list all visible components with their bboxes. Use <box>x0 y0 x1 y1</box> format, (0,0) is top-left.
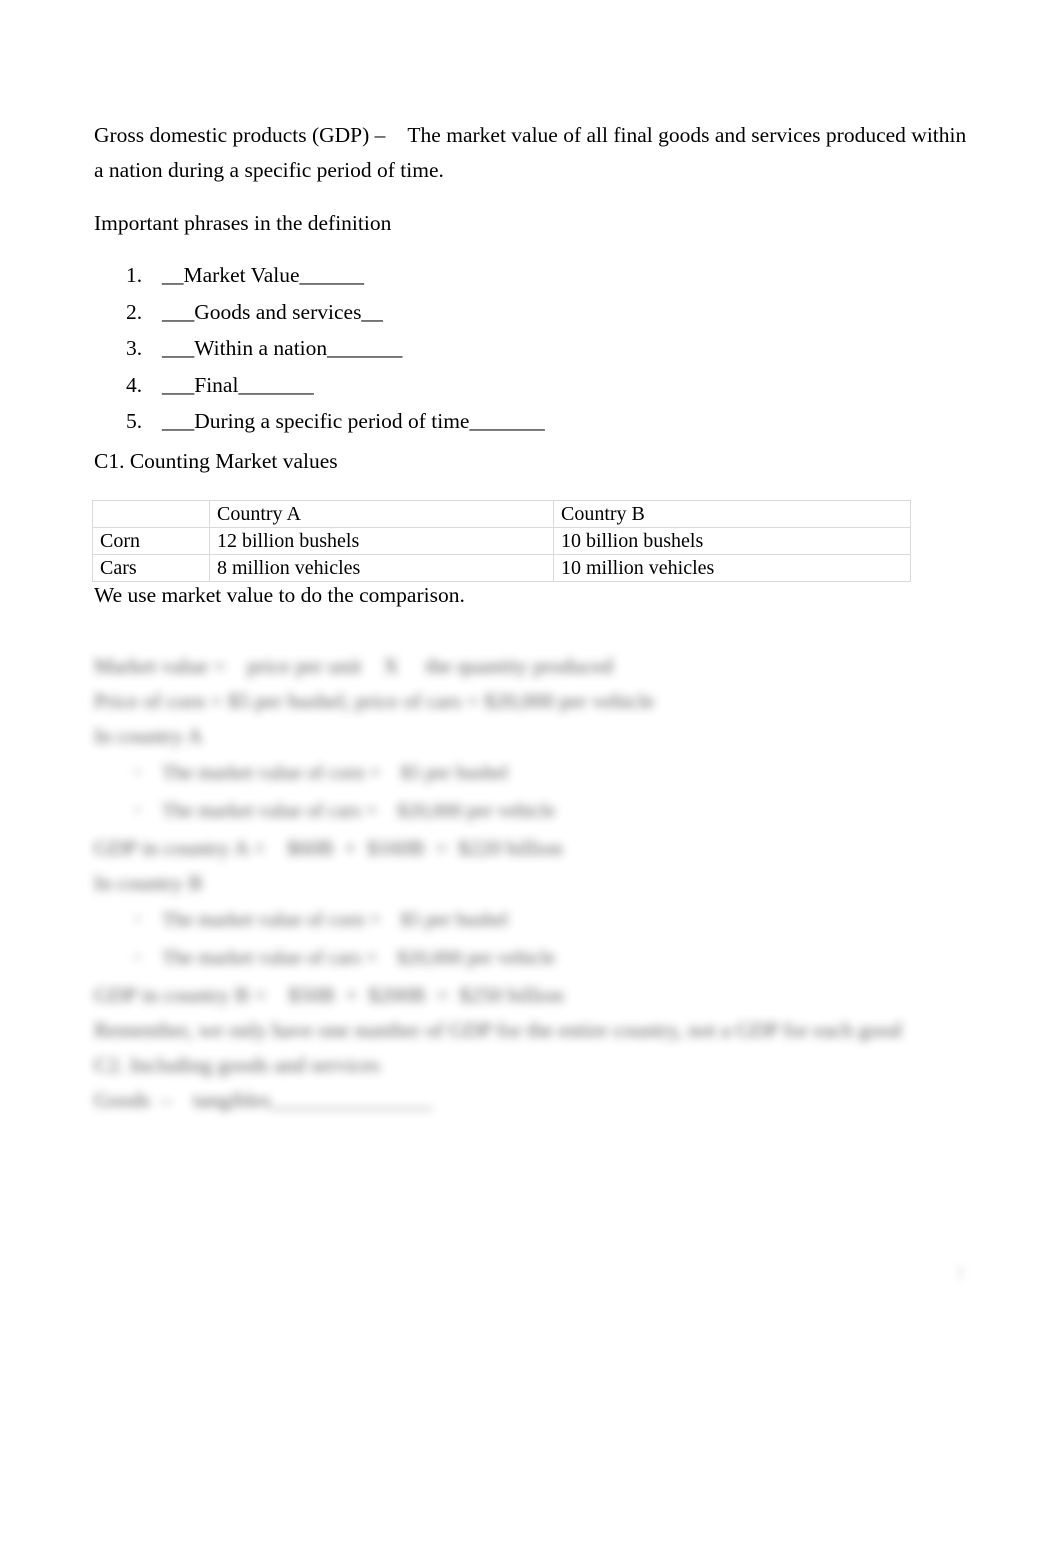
section-c1-heading: C1. Counting Market values <box>94 448 338 473</box>
bullet-icon: • <box>134 908 142 931</box>
important-phrases-heading: Important phrases in the definition <box>94 211 392 235</box>
country-a-heading: In country A <box>94 723 203 748</box>
list-item: • The market value of cars = $20,000 per … <box>94 939 968 978</box>
bullet-icon: • <box>134 947 142 969</box>
cell-corn-country-b: 10 billion bushels <box>553 527 911 555</box>
remember-note-line: Remember, we only have one number of GDP… <box>94 1017 902 1042</box>
list-item-label: ___Final_______ <box>162 372 314 397</box>
phrases-list: 1. __Market Value______ 2. ___Goods and se… <box>94 257 968 440</box>
country-b-gdp-line: GDP in country B = $50B + $200B = $250 b… <box>94 982 564 1007</box>
gdp-term: Gross domestic products (GDP) – <box>94 123 386 147</box>
list-item-number: 3. <box>126 336 143 360</box>
comparison-note: We use market value to do the comparison… <box>94 583 465 607</box>
goods-definition-line: Goods – tangibles_______________ <box>94 1087 433 1112</box>
list-item: 1. __Market Value______ <box>94 257 968 294</box>
document-page: Gross domestic products (GDP) – The marke… <box>0 0 1062 1561</box>
bullet-icon: • <box>134 800 142 822</box>
list-item: 4. ___Final_______ <box>94 367 968 404</box>
column-header-country-a: Country A <box>209 500 554 528</box>
document-body: Gross domestic products (GDP) – The marke… <box>92 118 968 1118</box>
cell-corn-country-a: 12 billion bushels <box>209 527 554 555</box>
gdp-definition-paragraph: Gross domestic products (GDP) – The marke… <box>94 118 968 188</box>
list-item-label: The market value of cars = $20,000 per v… <box>162 947 556 969</box>
list-item-number: 2. <box>126 299 143 324</box>
country-a-gdp-line: GDP in country A = $60B + $160B = $220 b… <box>94 835 563 860</box>
row-label-cars: Cars <box>92 554 210 582</box>
section-c2-heading: C2. Including goods and services <box>94 1052 381 1077</box>
list-item-label: ___Within a nation_______ <box>162 336 403 360</box>
country-a-bullet-list: • The market value of corn = $5 per bushe… <box>94 754 968 831</box>
list-item: 3. ___Within a nation_______ <box>94 330 968 367</box>
list-item-number: 5. <box>126 409 143 433</box>
market-values-table: Country A Country B Corn 12 billion bush… <box>92 500 911 582</box>
column-header-country-b: Country B <box>553 500 911 528</box>
list-item: • The market value of cars = $20,000 per … <box>94 792 968 831</box>
row-label-corn: Corn <box>92 527 210 555</box>
list-item: 5. ___During a specific period of time___… <box>94 403 968 440</box>
table-row: Corn 12 billion bushels 10 billion bushe… <box>92 527 911 555</box>
list-item-label: The market value of corn = $5 per bushel <box>162 761 509 784</box>
country-b-heading: In country B <box>94 870 203 895</box>
list-item-label: ___Goods and services__ <box>162 299 383 324</box>
table-corner-cell <box>92 500 210 528</box>
table-row: Cars 8 million vehicles 10 million vehic… <box>92 554 911 582</box>
unit-price-line: Price of corn = $5 per bushel; price of … <box>94 688 655 713</box>
market-value-formula-line: Market value = price per unit X the quan… <box>94 653 614 678</box>
list-item-label: The market value of cars = $20,000 per v… <box>162 800 556 822</box>
list-item: • The market value of corn = $5 per bushe… <box>94 754 968 793</box>
list-item: 2. ___Goods and services__ <box>94 294 968 331</box>
cell-cars-country-b: 10 million vehicles <box>553 554 911 582</box>
table-header-row: Country A Country B <box>92 500 911 528</box>
list-item-label: __Market Value______ <box>162 263 365 287</box>
list-item: • The market value of corn = $5 per bushe… <box>94 901 968 940</box>
list-item-number: 4. <box>126 372 143 397</box>
list-item-label: ___During a specific period of time_____… <box>162 409 545 433</box>
list-item-number: 1. <box>126 263 143 287</box>
bullet-icon: • <box>134 761 142 784</box>
cell-cars-country-a: 8 million vehicles <box>209 554 554 582</box>
page-number-mark: 1 <box>956 1262 965 1282</box>
list-item-label: The market value of corn = $5 per bushel <box>162 908 509 931</box>
country-b-bullet-list: • The market value of corn = $5 per bushe… <box>94 901 968 978</box>
